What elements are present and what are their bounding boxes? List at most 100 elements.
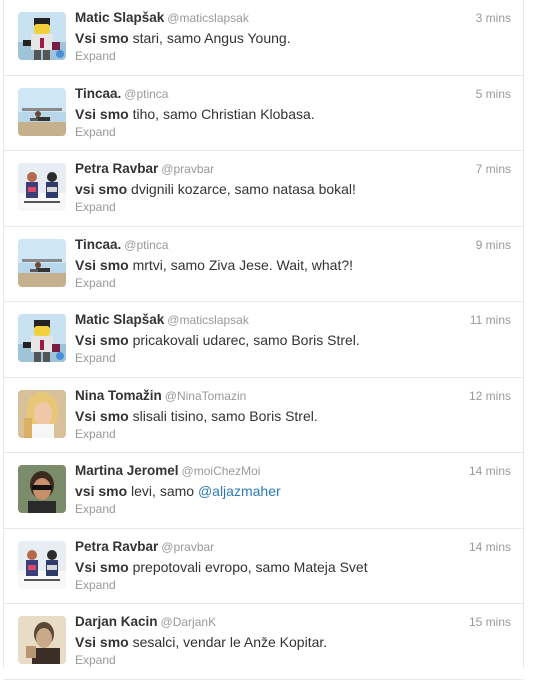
tweet-timestamp[interactable]: 11 mins <box>470 311 511 329</box>
ski-avatar-image <box>18 540 66 589</box>
tweet-text-rest: levi, samo <box>127 483 198 499</box>
tweet-username[interactable]: @DarjanK <box>161 615 217 629</box>
tweet-text-rest: slisali tisino, samo Boris Strel. <box>128 407 318 424</box>
tweet-hashtag-phrase: Vsi smo <box>75 634 129 650</box>
tweet-text: Vsi smo pricakovali udarec, samo Boris S… <box>75 330 511 350</box>
tweet-timestamp[interactable]: 3 mins <box>476 9 511 27</box>
tweet-item[interactable]: Nina Tomažin @NinaTomazin 12 mins Vsi smo… <box>4 378 523 453</box>
expand-link[interactable]: Expand <box>75 350 511 366</box>
tweet-timestamp[interactable]: 14 mins <box>469 462 511 480</box>
tweet-item[interactable]: Martina Jeromel @moiChezMoi 14 mins vsi s… <box>4 453 523 529</box>
tweet-header: Martina Jeromel @moiChezMoi 14 mins <box>75 462 511 480</box>
tweet-timestamp[interactable]: 12 mins <box>469 387 511 405</box>
ski-avatar[interactable] <box>18 540 66 589</box>
tweet-text-rest: prepotovali evropo, samo Mateja Svet <box>128 558 368 575</box>
beach-avatar[interactable] <box>18 238 66 287</box>
sepia-avatar-image <box>18 616 66 664</box>
expand-link[interactable]: Expand <box>75 501 511 517</box>
tweet-text: vsi smo dvignili kozarce, samo natasa bo… <box>75 179 511 199</box>
beach-avatar-image <box>18 238 66 287</box>
tweet-text: Vsi smo slisali tisino, samo Boris Strel… <box>75 406 511 426</box>
blonde-avatar-image <box>18 389 66 438</box>
tweet-text-rest: dvignili kozarce, samo natasa bokal! <box>127 181 356 197</box>
tweet-item[interactable]: Tincaa. @ptinca 9 mins Vsi smo mrtvi, sam… <box>4 227 523 302</box>
lego-avatar[interactable] <box>18 12 66 60</box>
tweet-header: Petra Ravbar @pravbar 7 mins <box>75 160 511 178</box>
tweet-username[interactable]: @NinaTomazin <box>165 389 247 403</box>
tweet-fullname[interactable]: Matic Slapšak <box>75 10 164 25</box>
beach-avatar[interactable] <box>18 87 66 136</box>
tweet-feed: Matic Slapšak @maticslapsak 3 mins Vsi sm… <box>3 0 524 680</box>
tweet-content: Martina Jeromel @moiChezMoi 14 mins vsi s… <box>75 462 511 517</box>
tweet-text-rest: sesalci, vendar le Anže Kopitar. <box>128 634 328 650</box>
tweet-hashtag-phrase: vsi smo <box>75 483 128 499</box>
tweet-fullname[interactable]: Darjan Kacin <box>75 614 158 629</box>
tweet-timestamp[interactable]: 7 mins <box>476 160 511 178</box>
tweet-hashtag-phrase: Vsi smo <box>75 332 129 348</box>
expand-link[interactable]: Expand <box>75 48 511 64</box>
tweet-content: Petra Ravbar @pravbar 7 mins vsi smo dvig… <box>75 160 511 215</box>
tweet-item[interactable]: Darjan Kacin @DarjanK 15 mins Vsi smo ses… <box>4 604 523 680</box>
expand-link[interactable]: Expand <box>75 426 511 442</box>
sunglasses-avatar[interactable] <box>18 465 66 513</box>
tweet-text-rest: mrtvi, samo Ziva Jese. Wait, what?! <box>128 256 354 273</box>
tweet-item[interactable]: Petra Ravbar @pravbar 14 mins Vsi smo pre… <box>4 529 523 604</box>
sunglasses-avatar-image <box>18 465 66 513</box>
tweet-username[interactable]: @ptinca <box>124 87 168 101</box>
blonde-avatar[interactable] <box>18 389 66 438</box>
tweet-username[interactable]: @maticslapsak <box>167 11 249 25</box>
tweet-username[interactable]: @moiChezMoi <box>182 464 261 478</box>
tweet-fullname[interactable]: Matic Slapšak <box>75 312 164 327</box>
tweet-text-rest: stari, samo Angus Young. <box>128 30 291 46</box>
expand-link[interactable]: Expand <box>75 577 511 593</box>
tweet-item[interactable]: Matic Slapšak @maticslapsak 11 mins Vsi s… <box>4 302 523 378</box>
tweet-fullname[interactable]: Tincaa. <box>75 86 121 101</box>
ski-avatar-image <box>18 163 66 211</box>
tweet-username[interactable]: @pravbar <box>161 162 214 176</box>
tweet-text-rest: tiho, samo Christian Klobasa. <box>128 105 315 122</box>
tweet-header: Petra Ravbar @pravbar 14 mins <box>75 538 511 556</box>
tweet-timestamp[interactable]: 14 mins <box>469 538 511 556</box>
tweet-hashtag-phrase: Vsi smo <box>75 105 129 122</box>
lego-avatar-image <box>18 314 66 362</box>
tweet-hashtag-phrase: vsi smo <box>75 181 128 197</box>
tweet-fullname[interactable]: Tincaa. <box>75 237 121 252</box>
sepia-avatar[interactable] <box>18 616 66 664</box>
tweet-header: Tincaa. @ptinca 5 mins <box>75 85 511 103</box>
tweet-fullname[interactable]: Petra Ravbar <box>75 539 158 554</box>
tweet-fullname[interactable]: Nina Tomažin <box>75 388 162 403</box>
tweet-username[interactable]: @ptinca <box>124 238 168 252</box>
tweet-mention-link[interactable]: @aljazmaher <box>198 483 281 499</box>
tweet-header: Tincaa. @ptinca 9 mins <box>75 236 511 254</box>
tweet-content: Nina Tomažin @NinaTomazin 12 mins Vsi smo… <box>75 387 511 442</box>
tweet-header: Matic Slapšak @maticslapsak 11 mins <box>75 311 511 329</box>
tweet-username[interactable]: @pravbar <box>161 540 214 554</box>
tweet-timestamp[interactable]: 15 mins <box>469 613 511 631</box>
ski-avatar[interactable] <box>18 163 66 211</box>
expand-link[interactable]: Expand <box>75 652 511 668</box>
tweet-text: Vsi smo mrtvi, samo Ziva Jese. Wait, wha… <box>75 255 511 275</box>
tweet-username[interactable]: @maticslapsak <box>167 313 249 327</box>
tweet-timestamp[interactable]: 5 mins <box>476 85 511 103</box>
beach-avatar-image <box>18 87 66 136</box>
expand-link[interactable]: Expand <box>75 199 511 215</box>
tweet-fullname[interactable]: Petra Ravbar <box>75 161 158 176</box>
tweet-item[interactable]: Matic Slapšak @maticslapsak 3 mins Vsi sm… <box>4 0 523 76</box>
tweet-hashtag-phrase: Vsi smo <box>75 30 129 46</box>
tweet-fullname[interactable]: Martina Jeromel <box>75 463 179 478</box>
tweet-text: Vsi smo stari, samo Angus Young. <box>75 28 511 48</box>
tweet-item[interactable]: Tincaa. @ptinca 5 mins Vsi smo tiho, samo… <box>4 76 523 151</box>
tweet-header: Nina Tomažin @NinaTomazin 12 mins <box>75 387 511 405</box>
tweet-text: Vsi smo sesalci, vendar le Anže Kopitar. <box>75 632 511 652</box>
expand-link[interactable]: Expand <box>75 275 511 291</box>
tweet-content: Matic Slapšak @maticslapsak 3 mins Vsi sm… <box>75 9 511 64</box>
tweet-content: Darjan Kacin @DarjanK 15 mins Vsi smo ses… <box>75 613 511 668</box>
tweet-timestamp[interactable]: 9 mins <box>476 236 511 254</box>
tweet-hashtag-phrase: Vsi smo <box>75 558 129 575</box>
tweet-text: Vsi smo prepotovali evropo, samo Mateja … <box>75 557 511 577</box>
tweet-item[interactable]: Petra Ravbar @pravbar 7 mins vsi smo dvig… <box>4 151 523 227</box>
tweet-text: Vsi smo tiho, samo Christian Klobasa. <box>75 104 511 124</box>
expand-link[interactable]: Expand <box>75 124 511 140</box>
lego-avatar[interactable] <box>18 314 66 362</box>
tweet-text: vsi smo levi, samo @aljazmaher <box>75 481 511 501</box>
